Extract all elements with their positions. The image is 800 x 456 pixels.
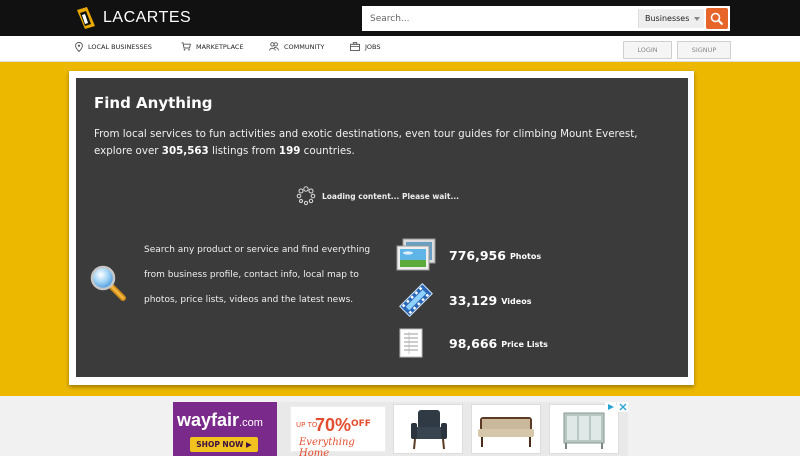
- promo-percent: 70%: [315, 415, 352, 435]
- hero-panel: Find Anything From local services to fun…: [76, 78, 688, 377]
- bench-image: [478, 417, 534, 447]
- wayfair-domain: .com: [239, 417, 263, 429]
- ad-close-icon[interactable]: [617, 402, 628, 412]
- search-description: Search any product or service and find e…: [144, 245, 371, 305]
- loading-indicator: Loading content... Please wait...: [296, 186, 459, 206]
- cabinet-image: [563, 412, 605, 449]
- loading-text: Loading content... Please wait...: [322, 191, 460, 201]
- login-button[interactable]: LOGIN: [623, 41, 672, 59]
- intro-text-end: countries.: [300, 145, 355, 157]
- search-category-value: Businesses: [645, 14, 690, 23]
- ad-info-icon[interactable]: [605, 402, 616, 412]
- product-bench[interactable]: [471, 404, 541, 454]
- signup-button[interactable]: SIGNUP: [677, 41, 731, 59]
- nav-item-jobs[interactable]: JOBS: [350, 42, 381, 51]
- price-list-icon: [396, 326, 436, 360]
- nav-item-label: MARKETPLACE: [196, 42, 244, 51]
- promo-off: OFF: [351, 419, 371, 429]
- nav-item-community[interactable]: COMMUNITY: [269, 42, 324, 51]
- shop-now-button[interactable]: SHOP NOW ▶: [190, 437, 258, 452]
- logo-mark-icon: [74, 6, 98, 30]
- intro-text-middle: listings from: [208, 145, 279, 157]
- promo-tagline: Everything Home: [299, 437, 355, 456]
- search-button[interactable]: [706, 8, 728, 29]
- search-icon: [710, 12, 724, 25]
- nav-item-label: LOCAL BUSINESSES: [88, 43, 152, 51]
- search-category-select[interactable]: Businesses: [638, 9, 704, 28]
- wayfair-logo: wayfair.com: [177, 410, 263, 431]
- price-lists-count: 98,666: [449, 335, 498, 351]
- photos-count: 776,956: [449, 247, 506, 263]
- nav-item-marketplace[interactable]: MARKETPLACE: [181, 42, 244, 51]
- videos-label: Videos: [501, 296, 532, 306]
- search-input[interactable]: [362, 6, 638, 31]
- stat-price-lists[interactable]: 98,666 Price Lists: [396, 326, 548, 360]
- spinner-icon: [296, 186, 316, 206]
- promo-tile[interactable]: UP TO 70% OFF Everything Home: [290, 406, 386, 456]
- armchair-image: [411, 410, 447, 450]
- price-lists-label: Price Lists: [501, 339, 548, 349]
- nav-item-label: COMMUNITY: [284, 42, 325, 51]
- cart-icon: [181, 42, 191, 51]
- stat-videos[interactable]: 33,129 Videos: [396, 283, 531, 317]
- top-bar: LACARTES Businesses: [0, 0, 800, 36]
- stat-photos[interactable]: 776,956 Photos: [396, 238, 541, 272]
- hero-intro: From local services to fun activities an…: [94, 126, 654, 160]
- search-bar: Businesses: [362, 6, 730, 31]
- photos-icon: [396, 238, 436, 272]
- wayfair-panel[interactable]: wayfair.com SHOP NOW ▶: [173, 402, 277, 456]
- film-icon: [396, 283, 436, 317]
- product-armchair[interactable]: [393, 404, 463, 454]
- map-pin-icon: [75, 42, 83, 52]
- chevron-down-icon: [694, 16, 701, 21]
- listings-count: 305,563: [161, 145, 209, 157]
- ad-banner[interactable]: wayfair.com SHOP NOW ▶ UP TO 70% OFF Eve…: [173, 402, 628, 456]
- people-icon: [269, 42, 279, 51]
- logo-text: LACARTES: [103, 8, 192, 26]
- hero-title: Find Anything: [94, 94, 213, 112]
- countries-count: 199: [278, 145, 301, 157]
- nav-item-local-businesses[interactable]: LOCAL BUSINESSES: [75, 42, 152, 52]
- photos-label: Photos: [509, 251, 542, 261]
- briefcase-icon: [350, 42, 360, 51]
- nav-bar: LOCAL BUSINESSES MARKETPLACE COMMUNITY J…: [0, 36, 800, 62]
- videos-count: 33,129: [449, 292, 498, 308]
- site-logo[interactable]: LACARTES: [74, 5, 191, 30]
- magnifier-icon: [89, 264, 129, 308]
- wayfair-brand: wayfair: [177, 410, 240, 430]
- nav-item-label: JOBS: [365, 42, 381, 51]
